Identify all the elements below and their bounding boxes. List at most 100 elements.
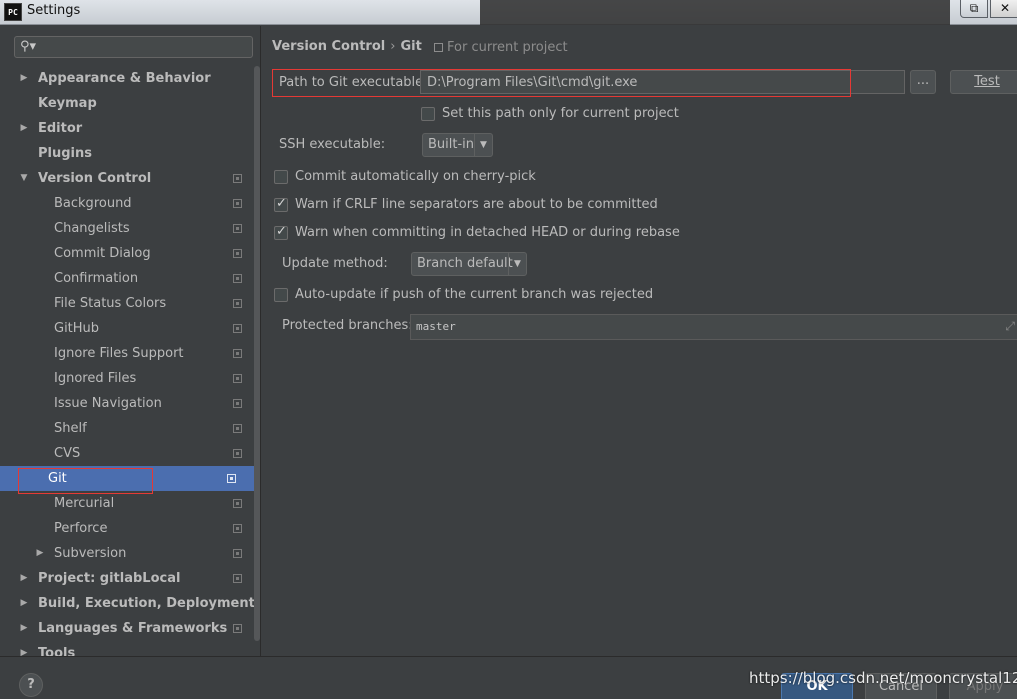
chevron-down-icon: ▼ [474,134,492,156]
sidebar-item[interactable]: File Status Colors [6,291,254,316]
sidebar-item-label: Appearance & Behavior [38,71,211,86]
project-scope-icon [434,43,443,52]
sidebar-item[interactable]: Changelists [6,216,254,241]
expand-icon[interactable]: ⤢ [1005,319,1015,334]
breadcrumb-parent[interactable]: Version Control [272,39,385,54]
sidebar-item[interactable]: Background [6,191,254,216]
ssh-executable-label: SSH executable: [279,137,386,152]
sidebar-item[interactable]: Shelf [6,416,254,441]
sidebar-item-label: Changelists [54,221,130,236]
project-scope-icon [233,424,242,433]
chevron-right-icon[interactable]: ▶ [18,616,30,641]
sidebar-item[interactable]: ▶ Tools [6,641,254,656]
sidebar-item-label: File Status Colors [54,296,167,311]
close-window-button[interactable]: ✕ [990,0,1017,18]
sidebar-item-label: Commit Dialog [54,246,151,261]
sidebar-item[interactable]: ▶ Languages & Frameworks [6,616,254,641]
test-button[interactable]: Test [950,70,1017,94]
sidebar-item[interactable]: ▼ Version Control [6,166,254,191]
sidebar-item[interactable]: GitHub [6,316,254,341]
settings-tree: ▶ Appearance & Behavior Keymap ▶ Editor Plugi… [0,66,255,656]
chevron-right-icon[interactable]: ▶ [18,66,30,91]
option-checkbox[interactable] [274,170,288,184]
sidebar-item[interactable]: ▶ Editor [6,116,254,141]
ssh-executable-select[interactable]: Built-in ▼ [422,133,493,157]
sidebar-item-label: Background [54,196,132,211]
window-title: Settings [27,3,81,18]
sidebar-item-label: Mercurial [54,496,115,511]
settings-search[interactable]: ⚲▾ [14,36,253,58]
chevron-right-icon[interactable]: ▶ [18,641,30,656]
pycharm-app-icon: PC [4,3,22,21]
option-checkbox[interactable] [274,196,288,212]
chevron-right-icon[interactable]: ▶ [18,591,30,616]
protected-branches-field[interactable]: master ⤢ [410,314,1017,340]
search-input[interactable] [43,38,248,56]
project-only-checkbox[interactable] [421,107,435,121]
auto-update-label[interactable]: Auto-update if push of the current branc… [295,287,653,302]
scope-note-text: For current project [447,40,568,55]
git-settings-panel: Version Control › Git For current project … [262,26,1017,656]
sidebar-item[interactable]: ▶ Project: gitlabLocal [6,566,254,591]
help-button[interactable]: ? [19,673,43,697]
protected-branches-label: Protected branches: [282,318,413,333]
sidebar-item-label: GitHub [54,321,100,336]
project-scope-icon [233,349,242,358]
project-scope-icon [227,474,236,483]
sidebar-item-label: CVS [54,446,81,461]
project-scope-icon [233,399,242,408]
annotation-highlight-path [272,69,851,97]
project-scope-icon [233,624,242,633]
sidebar-item-label: Subversion [54,546,127,561]
chevron-down-icon: ▼ [508,253,526,275]
option-checkbox[interactable] [274,224,288,240]
sidebar-item-label: Shelf [54,421,87,436]
browse-button[interactable]: ... [910,70,936,94]
settings-sidebar: ⚲▾ ▶ Appearance & Behavior Keymap ▶ Editor Pl… [0,26,261,656]
project-scope-icon [233,274,242,283]
sidebar-item-label: Tools [38,646,76,656]
chevron-down-icon[interactable]: ▼ [18,166,30,191]
sidebar-item[interactable]: ▶ Appearance & Behavior [6,66,254,91]
sidebar-item-label: Languages & Frameworks [38,621,228,636]
protected-branches-value: master [416,320,456,333]
sidebar-item[interactable]: Ignore Files Support [6,341,254,366]
sidebar-item[interactable]: Plugins [6,141,254,166]
sidebar-item[interactable]: CVS [6,441,254,466]
update-method-value: Branch default [417,256,513,271]
sidebar-item-label: Build, Execution, Deployment [38,596,255,611]
chevron-right-icon[interactable]: ▶ [18,566,30,591]
sidebar-item[interactable]: Mercurial [6,491,254,516]
chevron-right-icon[interactable]: ▶ [34,541,46,566]
project-only-label[interactable]: Set this path only for current project [442,106,679,121]
sidebar-item[interactable]: Keymap [6,91,254,116]
sidebar-item[interactable]: Ignored Files [6,366,254,391]
sidebar-item[interactable]: Perforce [6,516,254,541]
breadcrumb-current: Git [400,39,422,54]
option-label[interactable]: Warn when committing in detached HEAD or… [295,225,680,240]
sidebar-item[interactable]: Commit Dialog [6,241,254,266]
scope-note: For current project [434,40,568,55]
annotation-highlight-git [18,468,153,494]
project-scope-icon [233,249,242,258]
breadcrumb-separator: › [390,39,396,54]
title-bar: PC Settings ⧉ ✕ [0,0,1017,25]
update-method-select[interactable]: Branch default ▼ [411,252,527,276]
background-window-strip [480,0,950,25]
update-method-label: Update method: [282,256,388,271]
auto-update-checkbox[interactable] [274,288,288,302]
sidebar-item[interactable]: Issue Navigation [6,391,254,416]
restore-window-button[interactable]: ⧉ [960,0,988,18]
option-label[interactable]: Commit automatically on cherry-pick [295,169,536,184]
sidebar-item[interactable]: Confirmation [6,266,254,291]
sidebar-item-label: Project: gitlabLocal [38,571,181,586]
sidebar-scrollbar[interactable] [254,66,260,641]
chevron-right-icon[interactable]: ▶ [18,116,30,141]
sidebar-item-label: Editor [38,121,83,136]
sidebar-item-label: Ignore Files Support [54,346,184,361]
sidebar-item[interactable]: ▶ Subversion [6,541,254,566]
sidebar-item[interactable]: ▶ Build, Execution, Deployment [6,591,255,616]
option-label[interactable]: Warn if CRLF line separators are about t… [295,197,658,212]
project-scope-icon [233,449,242,458]
sidebar-item-label: Perforce [54,521,108,536]
